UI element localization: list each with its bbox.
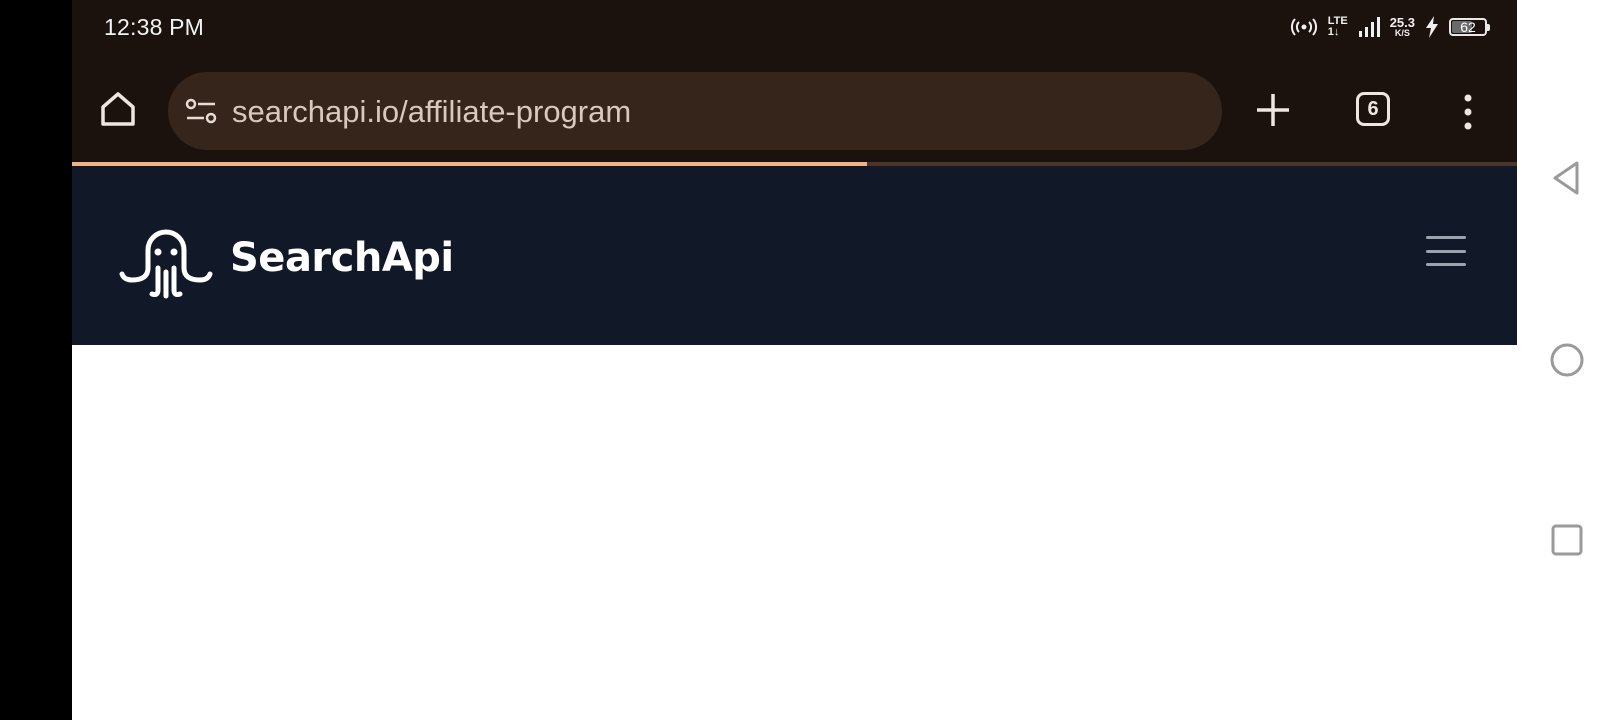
octopus-logo-icon [119,229,213,299]
status-icons: LTE 1↓ 25.3 K/S 62 [1290,12,1490,42]
network-type: LTE 1↓ [1327,15,1348,38]
hamburger-menu-button[interactable] [1426,236,1466,266]
site-header: SearchApi [72,166,1517,345]
url-bar[interactable]: searchapi.io/affiliate-program [168,72,1222,150]
hotspot-icon [1290,18,1317,36]
hamburger-line [1426,236,1466,239]
recents-square-icon[interactable] [1549,522,1585,558]
status-time: 12:38 PM [104,14,205,40]
left-black-bezel [0,0,72,720]
hamburger-line [1426,249,1466,253]
site-settings-icon[interactable] [184,96,218,126]
status-bar: 12:38 PM LTE 1↓ 25.3 K/S 62 [72,0,1517,56]
home-button[interactable] [98,89,138,129]
site-logo[interactable]: SearchApi [118,216,454,300]
back-triangle-icon[interactable] [1549,160,1585,196]
brand-name: SearchApi [230,235,454,281]
page-content-area [72,345,1517,720]
network-speed: 25.3 K/S [1389,15,1415,38]
tab-switcher-button[interactable]: 6 [1356,92,1390,126]
new-tab-plus-icon[interactable] [1253,90,1293,130]
charging-bolt-icon [1426,16,1438,38]
battery-indicator: 62 [1449,18,1490,36]
url-text[interactable]: searchapi.io/affiliate-program [232,94,631,130]
hamburger-line [1426,263,1466,266]
system-nav-bar [1517,0,1612,720]
browser-toolbar: searchapi.io/affiliate-program 6 [72,56,1517,165]
home-icon [101,92,135,126]
phone-screen: 12:38 PM LTE 1↓ 25.3 K/S 62 searchapi.io… [72,0,1517,720]
signal-icon [1358,17,1380,37]
home-circle-icon[interactable] [1549,342,1585,378]
tab-count: 6 [1367,97,1379,120]
more-vert-icon[interactable] [1458,92,1478,132]
